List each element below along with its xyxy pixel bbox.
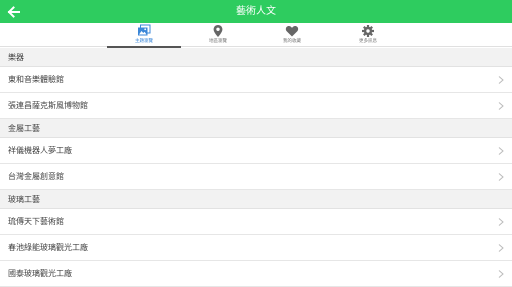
tab-label: 更多訊息	[359, 39, 377, 44]
map-pin-icon	[213, 25, 223, 37]
list-item-label: 祥儀機器人夢工廠	[8, 146, 72, 155]
chevron-right-icon	[498, 218, 504, 226]
heart-icon	[285, 25, 299, 37]
list-item-label: 琉傳天下藝術館	[8, 217, 64, 226]
title-bar: 藝術人文	[0, 0, 512, 23]
tab-more-info[interactable]: 更多訊息	[331, 23, 405, 47]
list-item-label: 張連昌薩克斯風博物館	[8, 101, 88, 110]
category-list: 樂器 東和音樂體驗館 張連昌薩克斯風博物館 金屬工藝 祥儀機器人夢工廠 台灣金屬…	[0, 48, 512, 287]
tab-favorites[interactable]: 我的收藏	[255, 23, 329, 47]
list-item[interactable]: 琉傳天下藝術館	[0, 209, 512, 235]
chevron-right-icon	[498, 76, 504, 84]
gear-icon	[362, 25, 374, 37]
list-item[interactable]: 張連昌薩克斯風博物館	[0, 93, 512, 119]
list-item[interactable]: 東和音樂體驗館	[0, 67, 512, 93]
list-item[interactable]: 春池綠能玻璃觀光工廠	[0, 235, 512, 261]
chevron-right-icon	[498, 147, 504, 155]
image-icon	[138, 24, 151, 36]
tab-label: 主題瀏覽	[135, 39, 153, 44]
chevron-right-icon	[498, 244, 504, 252]
tab-bar: 主題瀏覽 地區瀏覽 我的收藏 更多訊息	[0, 23, 512, 48]
list-item-label: 台灣金屬創意館	[8, 172, 64, 181]
list-item[interactable]: 台灣金屬創意館	[0, 164, 512, 190]
list-item-label: 春池綠能玻璃觀光工廠	[8, 243, 88, 252]
list-item[interactable]: 國泰玻璃觀光工廠	[0, 261, 512, 287]
tab-label: 地區瀏覽	[209, 39, 227, 44]
chevron-right-icon	[498, 270, 504, 278]
section-header-metalwork: 金屬工藝	[0, 119, 512, 138]
list-item-label: 東和音樂體驗館	[8, 75, 64, 84]
tab-theme-browse[interactable]: 主題瀏覽	[107, 23, 181, 48]
list-item[interactable]: 祥儀機器人夢工廠	[0, 138, 512, 164]
list-item-label: 國泰玻璃觀光工廠	[8, 269, 72, 278]
page-title: 藝術人文	[236, 6, 276, 17]
chevron-right-icon	[498, 173, 504, 181]
section-header-glasswork: 玻璃工藝	[0, 190, 512, 209]
section-header-instruments: 樂器	[0, 48, 512, 67]
tab-label: 我的收藏	[283, 39, 301, 44]
chevron-right-icon	[498, 102, 504, 110]
tab-region-browse[interactable]: 地區瀏覽	[181, 23, 255, 47]
